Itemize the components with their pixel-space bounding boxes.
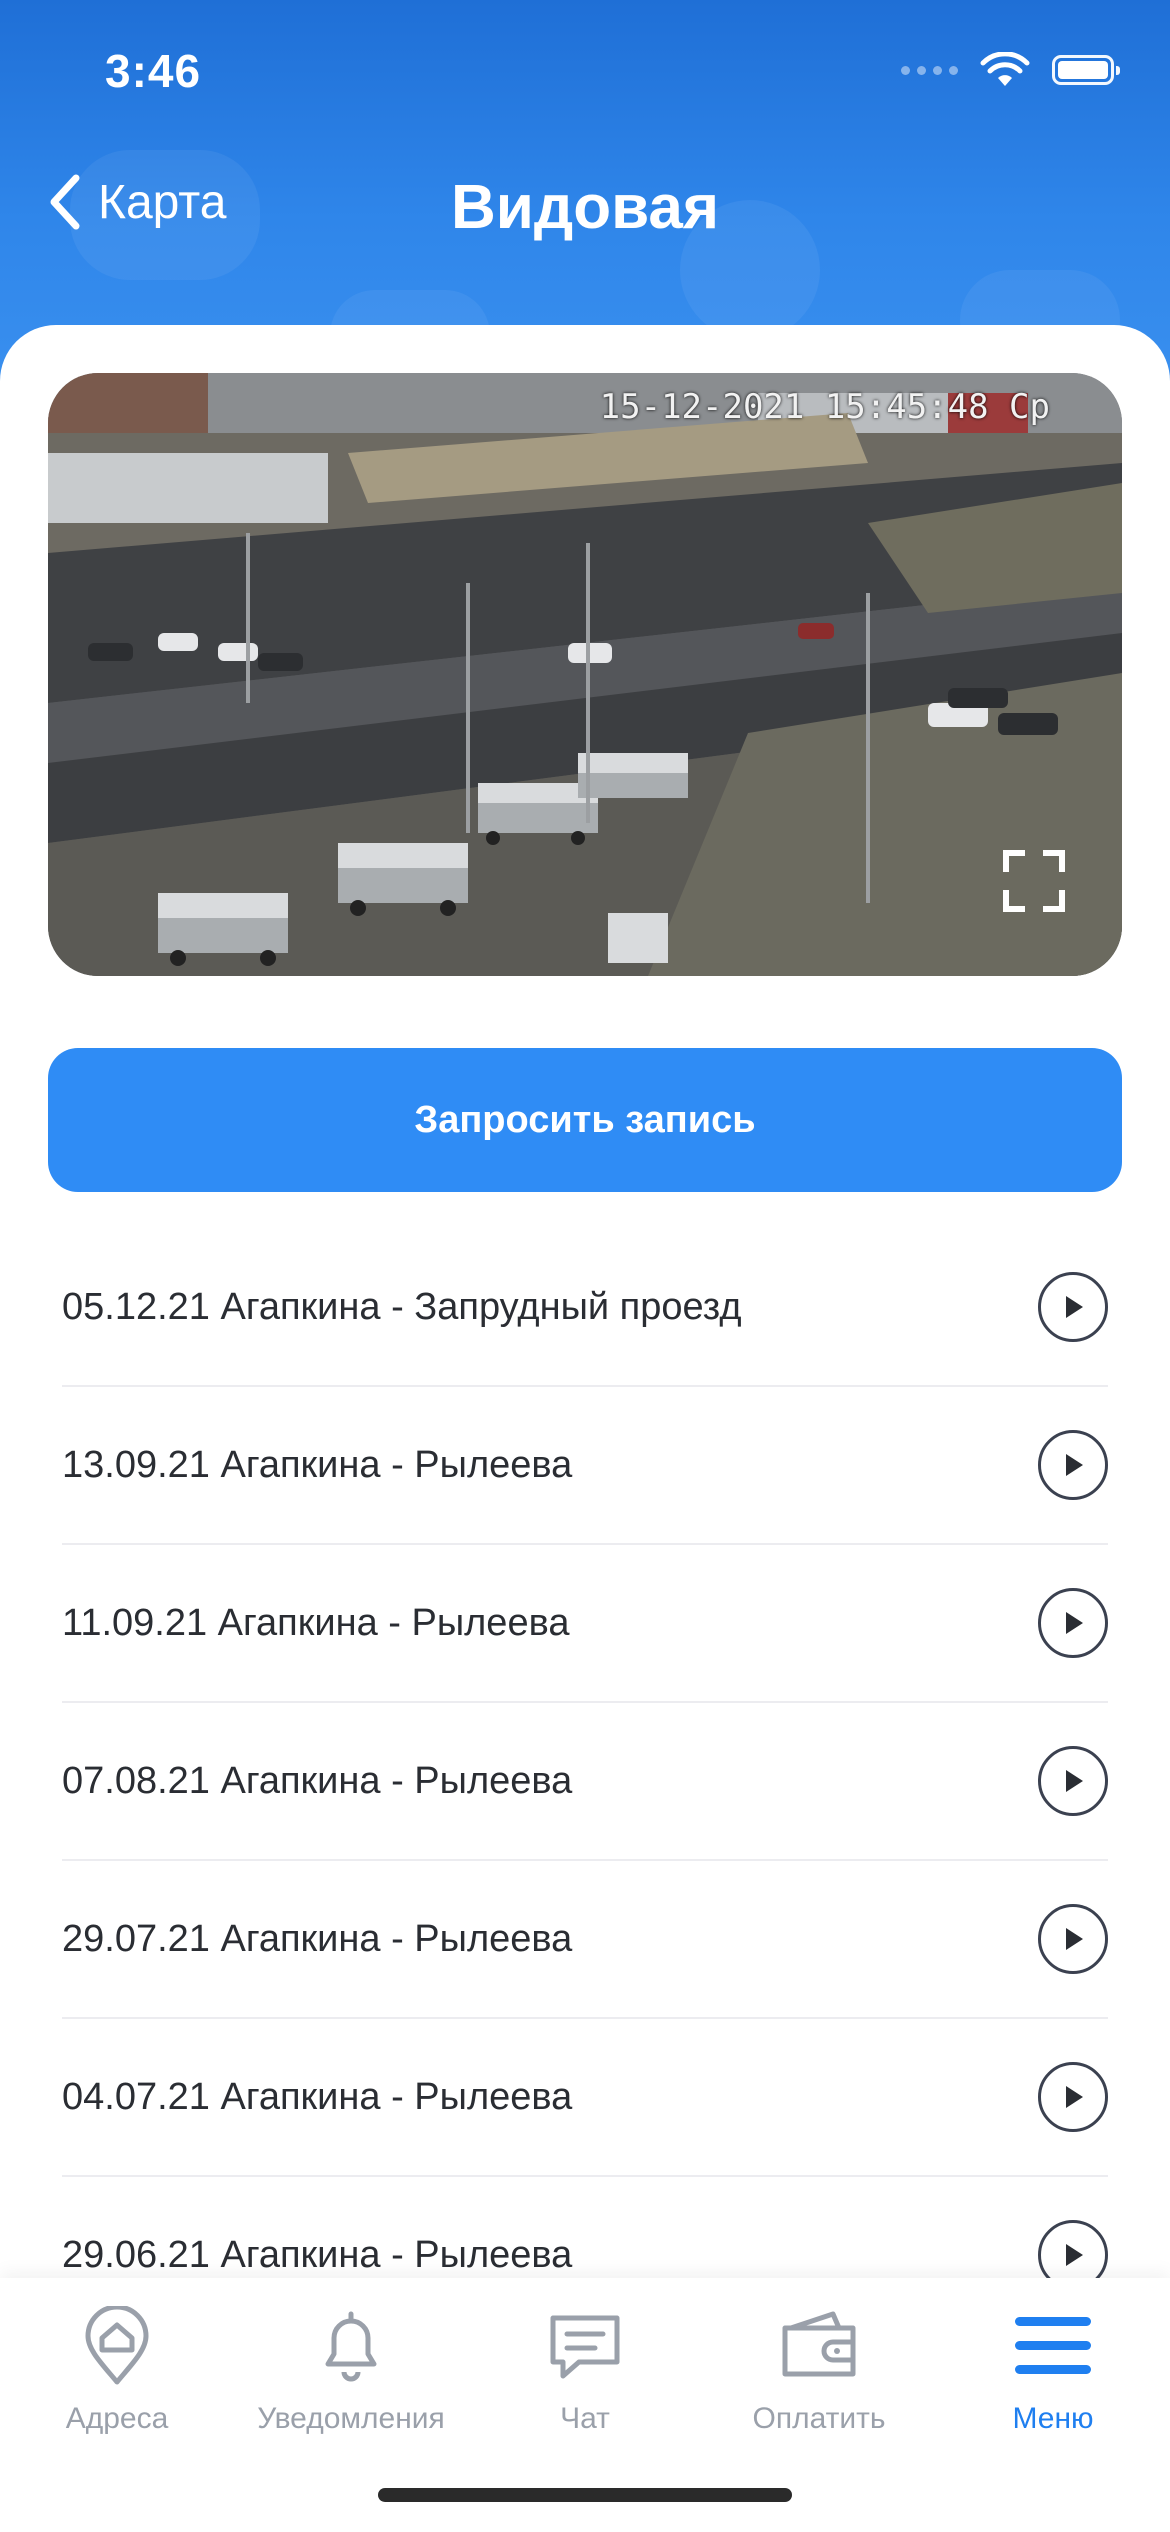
request-recording-button[interactable]: Запросить запись <box>48 1048 1122 1192</box>
recording-title: 05.12.21 Агапкина - Запрудный проезд <box>62 1285 742 1328</box>
recording-item[interactable]: 07.08.21 Агапкина - Рылеева <box>62 1703 1108 1861</box>
page-title: Видовая <box>450 173 720 242</box>
play-icon[interactable] <box>1038 1588 1108 1658</box>
recording-title: 29.06.21 Агапкина - Рылеева <box>62 2233 573 2276</box>
camera-video[interactable]: 15-12-2021 15:45:48 Ср <box>48 373 1122 976</box>
battery-icon <box>1052 55 1120 85</box>
play-icon[interactable] <box>1038 1746 1108 1816</box>
play-icon[interactable] <box>1038 1272 1108 1342</box>
status-time: 3:46 <box>105 45 202 97</box>
recording-item[interactable]: 11.09.21 Агапкина - Рылеева <box>62 1545 1108 1703</box>
tab-label: Уведомления <box>257 2402 445 2435</box>
bell-icon <box>234 2298 468 2394</box>
menu-icon <box>936 2298 1170 2394</box>
tab-addresses[interactable]: Адреса <box>0 2298 234 2436</box>
recording-title: 07.08.21 Агапкина - Рылеева <box>62 1759 573 1802</box>
fullscreen-icon[interactable] <box>1002 849 1066 918</box>
play-icon[interactable] <box>1038 2062 1108 2132</box>
tab-label: Чат <box>560 2402 610 2435</box>
recording-item[interactable]: 13.09.21 Агапкина - Рылеева <box>62 1387 1108 1545</box>
play-icon[interactable] <box>1038 1430 1108 1500</box>
recording-item[interactable]: 04.07.21 Агапкина - Рылеева <box>62 2019 1108 2177</box>
play-icon[interactable] <box>1038 1904 1108 1974</box>
tab-notifications[interactable]: Уведомления <box>234 2298 468 2436</box>
tab-chat[interactable]: Чат <box>468 2298 702 2436</box>
status-icons <box>901 52 1120 88</box>
cellular-signal-icon <box>901 65 958 75</box>
camera-scene-image <box>48 373 1122 976</box>
tab-menu[interactable]: Меню <box>936 2298 1170 2436</box>
address-pin-icon <box>0 2298 234 2394</box>
recording-title: 04.07.21 Агапкина - Рылеева <box>62 2075 573 2118</box>
recording-title: 29.07.21 Агапкина - Рылеева <box>62 1917 573 1960</box>
chat-icon <box>468 2298 702 2394</box>
recording-item[interactable]: 05.12.21 Агапкина - Запрудный проезд <box>62 1229 1108 1387</box>
home-indicator[interactable] <box>378 2488 792 2502</box>
recording-title: 13.09.21 Агапкина - Рылеева <box>62 1443 573 1486</box>
screen: 3:46 Карта Видовая 15-12-2021 15:45:48 С… <box>0 0 1170 2532</box>
wifi-icon <box>980 52 1030 88</box>
tab-label: Меню <box>1012 2402 1094 2435</box>
tab-label: Оплатить <box>752 2402 886 2435</box>
tab-pay[interactable]: Оплатить <box>702 2298 936 2436</box>
recording-item[interactable]: 29.07.21 Агапкина - Рылеева <box>62 1861 1108 2019</box>
camera-timestamp: 15-12-2021 15:45:48 Ср <box>599 387 1050 427</box>
recordings-list: 05.12.21 Агапкина - Запрудный проезд 13.… <box>62 1229 1108 2335</box>
tab-label: Адреса <box>65 2402 169 2435</box>
wallet-icon <box>702 2298 936 2394</box>
recording-title: 11.09.21 Агапкина - Рылеева <box>62 1601 570 1644</box>
